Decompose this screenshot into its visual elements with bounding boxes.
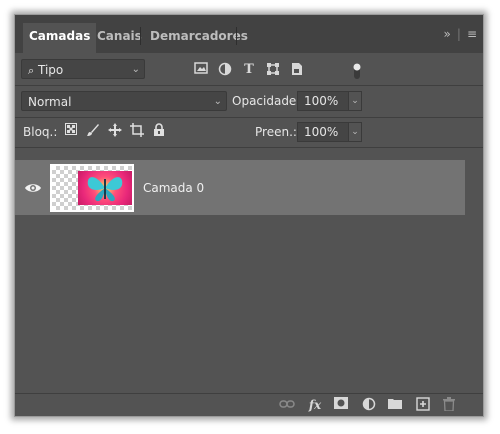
smart-object-filter-icon[interactable] [289, 62, 305, 78]
layers-panel: Camadas Canais Demarcadores » | ≡ ⌕ Tipo… [14, 14, 484, 417]
fill-label: Preen.: [255, 125, 297, 139]
chevron-down-icon: ⌄ [213, 96, 222, 107]
type-filter-icon[interactable]: T [241, 62, 257, 78]
expand-icon[interactable]: » [444, 27, 451, 41]
chevron-down-icon: ⌄ [131, 64, 140, 75]
delete-layer-trash-icon[interactable] [441, 397, 457, 413]
blend-mode-value: Normal [28, 95, 72, 109]
bottom-toolbar: fx [15, 393, 483, 416]
add-mask-icon[interactable] [333, 397, 349, 413]
filter-kind-select[interactable]: ⌕ Tipo ⌄ [21, 59, 145, 79]
tab-divider [140, 27, 141, 45]
divider [15, 85, 483, 86]
new-layer-icon[interactable] [415, 397, 431, 413]
layer-thumbnail[interactable] [50, 164, 134, 212]
shape-filter-icon[interactable] [265, 62, 281, 78]
link-layers-icon[interactable] [279, 397, 295, 413]
search-icon: ⌕ [28, 64, 35, 77]
layer-style-fx-icon[interactable]: fx [307, 397, 323, 413]
new-group-folder-icon[interactable] [387, 397, 403, 413]
opacity-dropdown-button[interactable]: ⌄ [348, 91, 362, 111]
blend-row: Normal ⌄ Opacidade: 100% ⌄ [15, 89, 483, 115]
fill-input[interactable]: 100% [297, 122, 349, 142]
filter-kind-label: Tipo [38, 63, 64, 77]
fill-dropdown-button[interactable]: ⌄ [348, 122, 362, 142]
lock-transparency-icon[interactable] [63, 123, 79, 139]
divider [15, 117, 483, 118]
adjustment-filter-icon[interactable] [217, 62, 233, 78]
lock-label: Bloq.: [23, 125, 58, 139]
lock-all-icon[interactable] [151, 123, 167, 139]
tab-divider [236, 27, 237, 45]
scrollbar[interactable] [469, 148, 483, 378]
tab-demarcadores[interactable]: Demarcadores [144, 23, 254, 49]
chevron-down-icon: ⌄ [351, 96, 359, 106]
filter-toggle-icon[interactable] [349, 62, 365, 79]
divider-icon: | [456, 27, 461, 41]
lock-position-icon[interactable] [107, 123, 123, 139]
layer-name[interactable]: Camada 0 [143, 178, 204, 198]
panel-menu-controls: » | ≡ [444, 27, 477, 41]
lock-row: Bloq.: Preen.: 100% ⌄ [15, 120, 483, 146]
lock-artboard-icon[interactable] [129, 123, 145, 139]
opacity-input[interactable]: 100% [297, 91, 349, 111]
image-filter-icon[interactable] [193, 62, 209, 78]
adjustment-layer-icon[interactable] [361, 397, 377, 413]
opacity-label: Opacidade: [232, 94, 301, 108]
layers-list: Camada 0 [15, 148, 483, 391]
blend-mode-select[interactable]: Normal ⌄ [21, 91, 227, 111]
butterfly-artwork [78, 171, 132, 205]
panel-menu-icon[interactable]: ≡ [467, 27, 477, 41]
tab-camadas[interactable]: Camadas [23, 23, 97, 53]
panel-body: ⌕ Tipo ⌄ T Normal ⌄ Opacidade: 100% ⌄ Bl… [15, 53, 483, 416]
tab-bar: Camadas Canais Demarcadores » | ≡ [15, 15, 483, 53]
chevron-down-icon: ⌄ [351, 127, 359, 137]
visibility-eye-icon[interactable] [23, 178, 43, 198]
filter-row: ⌕ Tipo ⌄ T [15, 58, 483, 84]
lock-paint-brush-icon[interactable] [85, 123, 101, 139]
layer-row[interactable]: Camada 0 [15, 160, 465, 215]
